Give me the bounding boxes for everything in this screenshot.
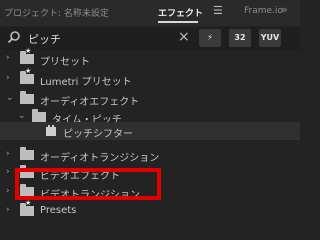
panel-tab-bar: プロジェクト: 名称未設定 エフェクト ☰ Frame.io » [0, 0, 300, 26]
tree-item-label: ピッチシフター [63, 129, 133, 140]
chevron-right-icon[interactable]: › [6, 186, 10, 196]
32-bit-effects-filter-icon[interactable]: 32 [229, 29, 251, 47]
chevron-right-icon[interactable]: › [6, 149, 10, 159]
active-tab-underline [158, 21, 198, 23]
preset-folder-icon [20, 199, 34, 216]
yuv-effects-filter-icon[interactable]: YUV [259, 29, 281, 47]
tree-item-audio-transitions[interactable]: › オーディオトランジション [0, 146, 300, 164]
pitch-shifter-highlight-box [15, 168, 161, 200]
tab-frameio[interactable]: Frame.io [244, 6, 283, 16]
tab-effects[interactable]: エフェクト [158, 6, 203, 19]
tree-item-presets[interactable]: › プリセット [0, 47, 300, 68]
tree-item-label: プリセット [40, 57, 90, 68]
chevron-right-icon[interactable]: › [6, 167, 10, 177]
folder-icon [20, 147, 34, 160]
chevron-right-icon[interactable]: › [6, 73, 10, 83]
folder-icon [20, 91, 34, 104]
tree-item-lumetri-presets[interactable]: › Lumetri プリセット [0, 67, 300, 88]
tab-project[interactable]: プロジェクト: 名称未設定 [4, 6, 109, 19]
tree-item-audio-effects[interactable]: ⌄ オーディオエフェクト [0, 90, 300, 108]
accelerated-effects-filter-icon[interactable]: ⚡ [199, 29, 221, 47]
chevron-double-right-icon[interactable]: » [281, 3, 288, 16]
tree-item-label: Lumetri プリセット [40, 77, 132, 88]
tree-item-pitch-shifter[interactable]: ピッチシフター [0, 122, 300, 140]
effects-tree: › プリセット › Lumetri プリセット ⌄ オーディオエフェクト ⌄ タ… [0, 47, 300, 233]
tree-item-label: オーディオトランジション [40, 153, 160, 164]
hamburger-menu-icon[interactable]: ☰ [213, 4, 223, 17]
tree-item-label: Presets [40, 205, 77, 216]
chevron-down-icon[interactable]: ⌄ [18, 111, 26, 121]
close-icon[interactable]: × [178, 29, 190, 45]
chevron-down-icon[interactable]: ⌄ [6, 93, 14, 103]
preset-folder-icon [20, 47, 34, 64]
tree-item-label: オーディオエフェクト [40, 97, 140, 108]
preset-folder-icon [20, 67, 34, 84]
search-input[interactable]: ピッチ [28, 31, 61, 47]
tree-item-presets-en[interactable]: › Presets [0, 199, 300, 220]
audio-effect-icon [46, 125, 56, 136]
folder-icon [32, 109, 46, 122]
effects-search-bar: ピッチ × ⚡ 32 YUV [0, 27, 300, 50]
search-icon[interactable] [7, 30, 21, 44]
chevron-right-icon[interactable]: › [6, 53, 10, 63]
chevron-right-icon[interactable]: › [6, 205, 10, 215]
